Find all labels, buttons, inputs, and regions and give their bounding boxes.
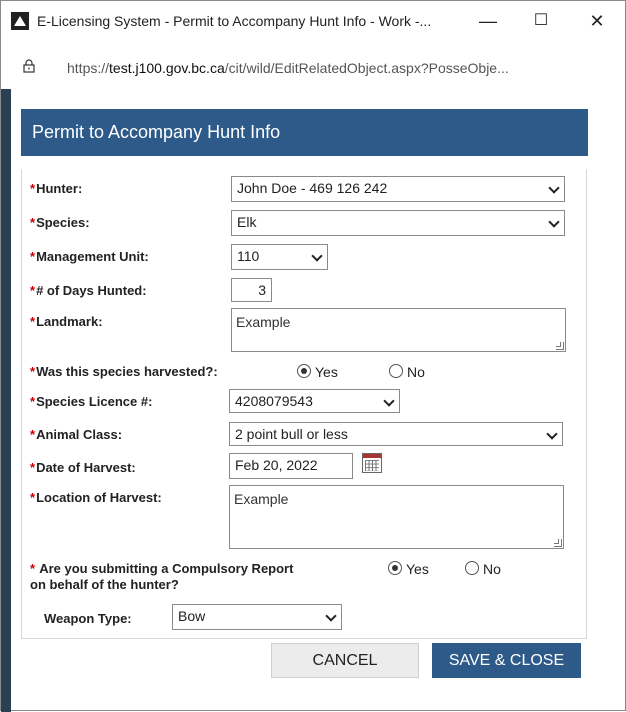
hunter-label: *Hunter:	[30, 181, 83, 196]
location-of-harvest-label: *Location of Harvest:	[30, 490, 162, 505]
window-title: E-Licensing System - Permit to Accompany…	[37, 13, 432, 29]
lock-icon	[23, 59, 35, 73]
compulsory-report-no-label[interactable]: No	[483, 561, 501, 577]
title-bar[interactable]: E-Licensing System - Permit to Accompany…	[1, 1, 625, 41]
weapon-type-select[interactable]: Bow	[172, 604, 342, 630]
compulsory-report-no-radio[interactable]	[465, 561, 479, 575]
calendar-icon[interactable]	[362, 453, 382, 473]
cancel-button[interactable]: CANCEL	[271, 643, 419, 678]
management-unit-label: *Management Unit:	[30, 249, 149, 264]
chevron-down-icon	[383, 395, 395, 407]
species-select[interactable]: Elk	[231, 210, 565, 236]
chevron-down-icon	[325, 610, 337, 622]
chevron-down-icon	[311, 250, 323, 262]
animal-class-select[interactable]: 2 point bull or less	[229, 422, 563, 446]
app-logo-icon	[11, 12, 29, 30]
date-of-harvest-label: *Date of Harvest:	[30, 460, 136, 475]
compulsory-report-yes-label[interactable]: Yes	[406, 561, 429, 577]
weapon-type-label: Weapon Type:	[44, 611, 132, 626]
url-text[interactable]: https://test.j100.gov.bc.ca/cit/wild/Edi…	[67, 60, 509, 76]
resize-grip-icon[interactable]	[556, 342, 564, 350]
minimize-button[interactable]: —	[467, 7, 509, 35]
compulsory-report-yes-radio[interactable]	[388, 561, 402, 575]
animal-class-label: *Animal Class:	[30, 427, 123, 442]
species-licence-select[interactable]: 4208079543	[229, 389, 400, 413]
chevron-down-icon	[548, 182, 560, 194]
chevron-down-icon	[546, 428, 558, 440]
harvested-yes-radio[interactable]	[297, 364, 311, 378]
resize-grip-icon[interactable]	[554, 539, 562, 547]
species-licence-label: *Species Licence #:	[30, 394, 153, 409]
landmark-textarea[interactable]: Example	[231, 308, 566, 352]
harvested-yes-label[interactable]: Yes	[315, 364, 338, 380]
left-window-strip	[1, 89, 11, 712]
chevron-down-icon	[548, 216, 560, 228]
maximize-button[interactable]: ☐	[520, 7, 562, 35]
landmark-label: *Landmark:	[30, 314, 103, 329]
harvested-no-radio[interactable]	[389, 364, 403, 378]
compulsory-report-label: * Are you submitting a Compulsory Report…	[30, 561, 294, 592]
location-of-harvest-textarea[interactable]: Example	[229, 485, 564, 549]
close-button[interactable]: ✕	[576, 7, 618, 35]
panel-title: Permit to Accompany Hunt Info	[21, 109, 588, 156]
browser-popup-window: E-Licensing System - Permit to Accompany…	[0, 0, 626, 712]
hunter-select[interactable]: John Doe - 469 126 242	[231, 176, 565, 202]
harvested-label: *Was this species harvested?:	[30, 364, 218, 379]
save-close-button[interactable]: SAVE & CLOSE	[432, 643, 581, 678]
address-bar[interactable]: https://test.j100.gov.bc.ca/cit/wild/Edi…	[1, 45, 625, 89]
days-hunted-input[interactable]: 3	[231, 278, 272, 302]
date-of-harvest-input[interactable]: Feb 20, 2022	[229, 453, 353, 479]
management-unit-select[interactable]: 110	[231, 244, 328, 270]
species-label: *Species:	[30, 215, 90, 230]
harvested-no-label[interactable]: No	[407, 364, 425, 380]
days-hunted-label: *# of Days Hunted:	[30, 283, 147, 298]
